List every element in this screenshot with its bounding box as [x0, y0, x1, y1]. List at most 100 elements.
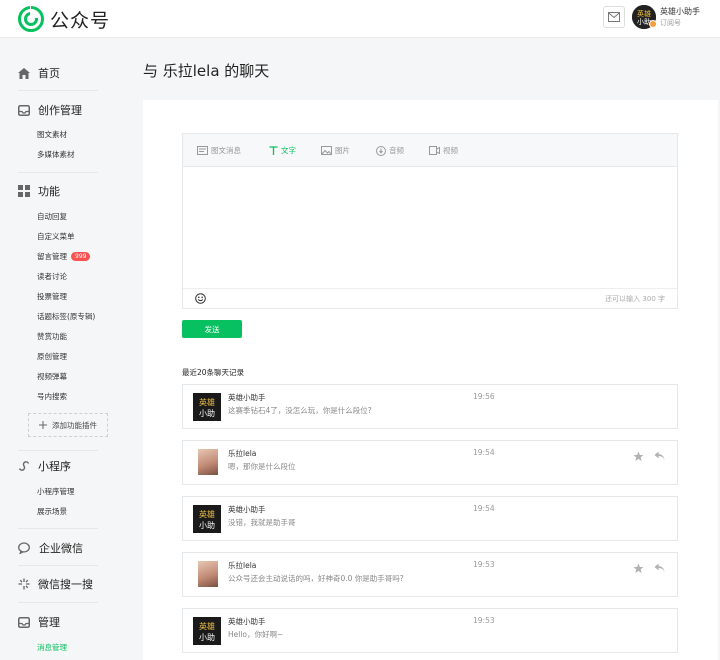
manage-icon — [18, 616, 30, 628]
svg-text:小助: 小助 — [199, 520, 215, 530]
send-button[interactable]: 发送 — [182, 320, 242, 338]
plus-icon — [39, 421, 47, 429]
message-actions — [633, 563, 665, 574]
sidebar-search[interactable]: 微信搜一搜 — [18, 576, 93, 592]
sidebar-item-original[interactable]: 原创管理 — [37, 351, 67, 362]
miniprogram-icon — [18, 461, 30, 471]
message-editor: 图文消息 文字 图片 音频 视频 还可以输入 300 字 — [182, 133, 678, 309]
sidebar-home[interactable]: 首页 — [18, 65, 60, 81]
add-plugin-button[interactable]: 添加功能插件 — [28, 413, 108, 437]
message-row: 英雄 小助 英雄小助手 Hello，你好啊~ 19:53 — [182, 608, 678, 653]
video-icon — [429, 146, 440, 155]
sidebar-item-media[interactable]: 多媒体素材 — [37, 149, 75, 160]
wechat-logo-icon[interactable] — [18, 6, 44, 32]
sidebar-create-label: 创作管理 — [38, 104, 82, 117]
tab-video[interactable]: 视频 — [429, 145, 458, 156]
sidebar-item-comments-label: 留言管理 — [37, 252, 67, 261]
sidebar-item-comments[interactable]: 留言管理 999 — [37, 251, 91, 262]
svg-text:小助: 小助 — [199, 632, 215, 642]
sidebar-item-scenes[interactable]: 展示场景 — [37, 506, 67, 517]
sender-avatar[interactable]: 英雄 小助 — [193, 505, 221, 533]
message-row: 英雄 小助 英雄小助手 这赛季钻石4了，没怎么玩，你是什么段位? 19:56 — [182, 384, 678, 429]
message-text: 嗯，那你是什么段位 — [228, 462, 296, 471]
tab-text[interactable]: 文字 — [269, 145, 296, 156]
sidebar-features-label: 功能 — [38, 185, 60, 198]
sidebar-item-search[interactable]: 号内搜索 — [37, 391, 67, 402]
emoji-icon[interactable] — [195, 293, 206, 304]
message-time: 19:54 — [473, 504, 495, 513]
message-actions — [633, 451, 665, 462]
image-icon — [321, 146, 332, 155]
sidebar-features[interactable]: 功能 — [18, 183, 60, 199]
sidebar-miniprogram-label: 小程序 — [38, 460, 71, 473]
star-icon[interactable] — [633, 563, 644, 574]
mail-button[interactable] — [603, 6, 625, 28]
tab-image-text[interactable]: 图文消息 — [197, 145, 241, 156]
sidebar-home-label: 首页 — [38, 67, 60, 80]
sender-name[interactable]: 英雄小助手 — [228, 504, 266, 515]
tab-image-label: 图片 — [335, 146, 350, 155]
sender-avatar[interactable]: 英雄 小助 — [193, 617, 221, 645]
message-text: 没错，我就是助手哥 — [228, 518, 296, 527]
message-text: Hello，你好啊~ — [228, 630, 284, 639]
sidebar: 首页 创作管理 图文素材 多媒体素材 功能 自动回复 自定义菜单 留言管理 999… — [0, 40, 125, 660]
tab-text-label: 文字 — [281, 146, 296, 155]
sidebar-item-custom-menu[interactable]: 自定义菜单 — [37, 231, 75, 242]
tab-image-text-label: 图文消息 — [211, 146, 241, 155]
sidebar-item-danmaku[interactable]: 视频弹幕 — [37, 371, 67, 382]
message-text: 公众号还会主动说话的吗，好神奇0.0 你是助手哥吗? — [228, 574, 404, 583]
sender-avatar[interactable]: 英雄 小助 — [193, 393, 221, 421]
sidebar-item-votes[interactable]: 投票管理 — [37, 291, 67, 302]
account-status-dot — [649, 20, 657, 28]
reply-icon[interactable] — [654, 563, 665, 573]
reply-icon[interactable] — [654, 451, 665, 461]
history-title: 最近20条聊天记录 — [182, 368, 245, 377]
inbox-icon — [18, 104, 30, 116]
sidebar-item-image-text[interactable]: 图文素材 — [37, 129, 67, 140]
sidebar-item-messages[interactable]: 消息管理 — [37, 642, 67, 653]
sidebar-item-miniprogram-manage[interactable]: 小程序管理 — [37, 486, 75, 497]
sou-yi-sou-icon — [18, 578, 30, 590]
sidebar-wecom[interactable]: 企业微信 — [18, 540, 83, 556]
sidebar-item-auto-reply[interactable]: 自动回复 — [37, 211, 67, 222]
sidebar-miniprogram[interactable]: 小程序 — [18, 458, 71, 474]
divider — [18, 565, 98, 566]
page-title: 与 乐拉lela 的聊天 — [143, 62, 270, 80]
sidebar-item-reader-discussion[interactable]: 读者讨论 — [37, 271, 67, 282]
sidebar-search-label: 微信搜一搜 — [38, 578, 93, 591]
audio-icon — [376, 145, 386, 156]
image-text-icon — [197, 146, 208, 155]
sender-name[interactable]: 英雄小助手 — [228, 392, 266, 403]
svg-text:英雄: 英雄 — [199, 397, 215, 407]
sender-avatar[interactable] — [198, 561, 218, 587]
tab-image[interactable]: 图片 — [321, 145, 350, 156]
top-bar: 公众号 英雄 小助 英雄小助手 订阅号 — [0, 0, 720, 38]
svg-text:英雄: 英雄 — [637, 9, 651, 18]
sidebar-wecom-label: 企业微信 — [39, 542, 83, 555]
tab-video-label: 视频 — [443, 146, 458, 155]
sidebar-item-tips[interactable]: 赞赏功能 — [37, 331, 67, 342]
svg-text:英雄: 英雄 — [199, 509, 215, 519]
message-time: 19:54 — [473, 448, 495, 457]
sender-avatar[interactable] — [198, 449, 218, 475]
divider — [18, 602, 98, 603]
editor-tabs: 图文消息 文字 图片 音频 视频 — [183, 134, 677, 167]
sidebar-manage[interactable]: 管理 — [18, 614, 60, 630]
sender-name[interactable]: 乐拉lela — [228, 448, 256, 459]
svg-text:小助: 小助 — [199, 408, 215, 418]
tab-audio[interactable]: 音频 — [376, 145, 404, 156]
star-icon[interactable] — [633, 451, 644, 462]
sidebar-create[interactable]: 创作管理 — [18, 102, 82, 118]
sender-name[interactable]: 乐拉lela — [228, 560, 256, 571]
divider — [18, 528, 98, 529]
message-time: 19:53 — [473, 616, 495, 625]
editor-toolbar: 还可以输入 300 字 — [183, 288, 677, 309]
divider — [18, 90, 98, 91]
add-plugin-label: 添加功能插件 — [52, 420, 97, 430]
sidebar-item-topic-tags[interactable]: 话题标签(原专辑) — [37, 311, 95, 322]
text-icon — [269, 146, 278, 155]
account-name[interactable]: 英雄小助手 — [660, 6, 700, 17]
char-counter: 还可以输入 300 字 — [605, 295, 665, 303]
logo-text[interactable]: 公众号 — [50, 6, 110, 33]
sender-name[interactable]: 英雄小助手 — [228, 616, 266, 627]
